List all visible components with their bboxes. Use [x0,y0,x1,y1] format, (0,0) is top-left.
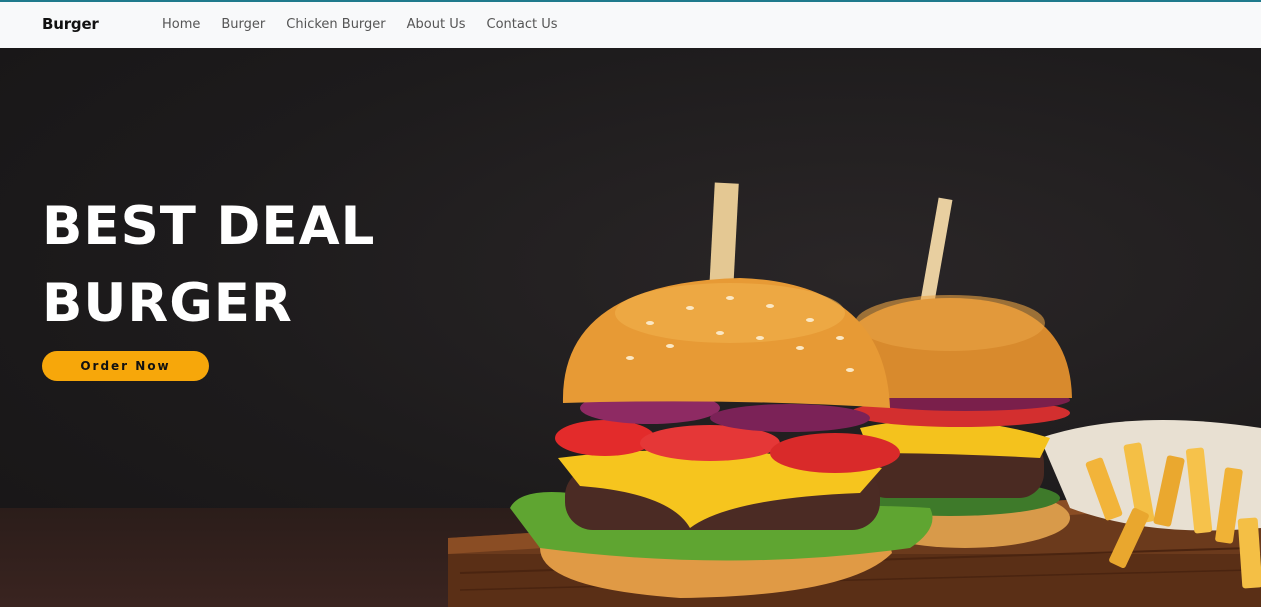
brand-logo[interactable]: Burger [42,15,99,33]
nav-link-burger[interactable]: Burger [221,17,265,32]
nav-link-chicken-burger[interactable]: Chicken Burger [286,17,385,32]
nav-link-contact-us[interactable]: Contact Us [487,17,558,32]
order-now-button[interactable]: Order Now [42,351,209,381]
nav-links: Home Burger Chicken Burger About Us Cont… [162,17,579,32]
hero-title-line2: BURGER [42,273,293,334]
hero-title-line1: BEST DEAL [42,196,376,257]
nav-link-about-us[interactable]: About Us [407,17,466,32]
hero-section: BEST DEAL BURGER Order Now [0,48,1261,607]
navbar: Burger Home Burger Chicken Burger About … [0,0,1261,48]
burger-image [448,182,1261,607]
front-burger [510,182,933,598]
nav-link-home[interactable]: Home [162,17,200,32]
hero-title: BEST DEAL BURGER [42,188,375,342]
